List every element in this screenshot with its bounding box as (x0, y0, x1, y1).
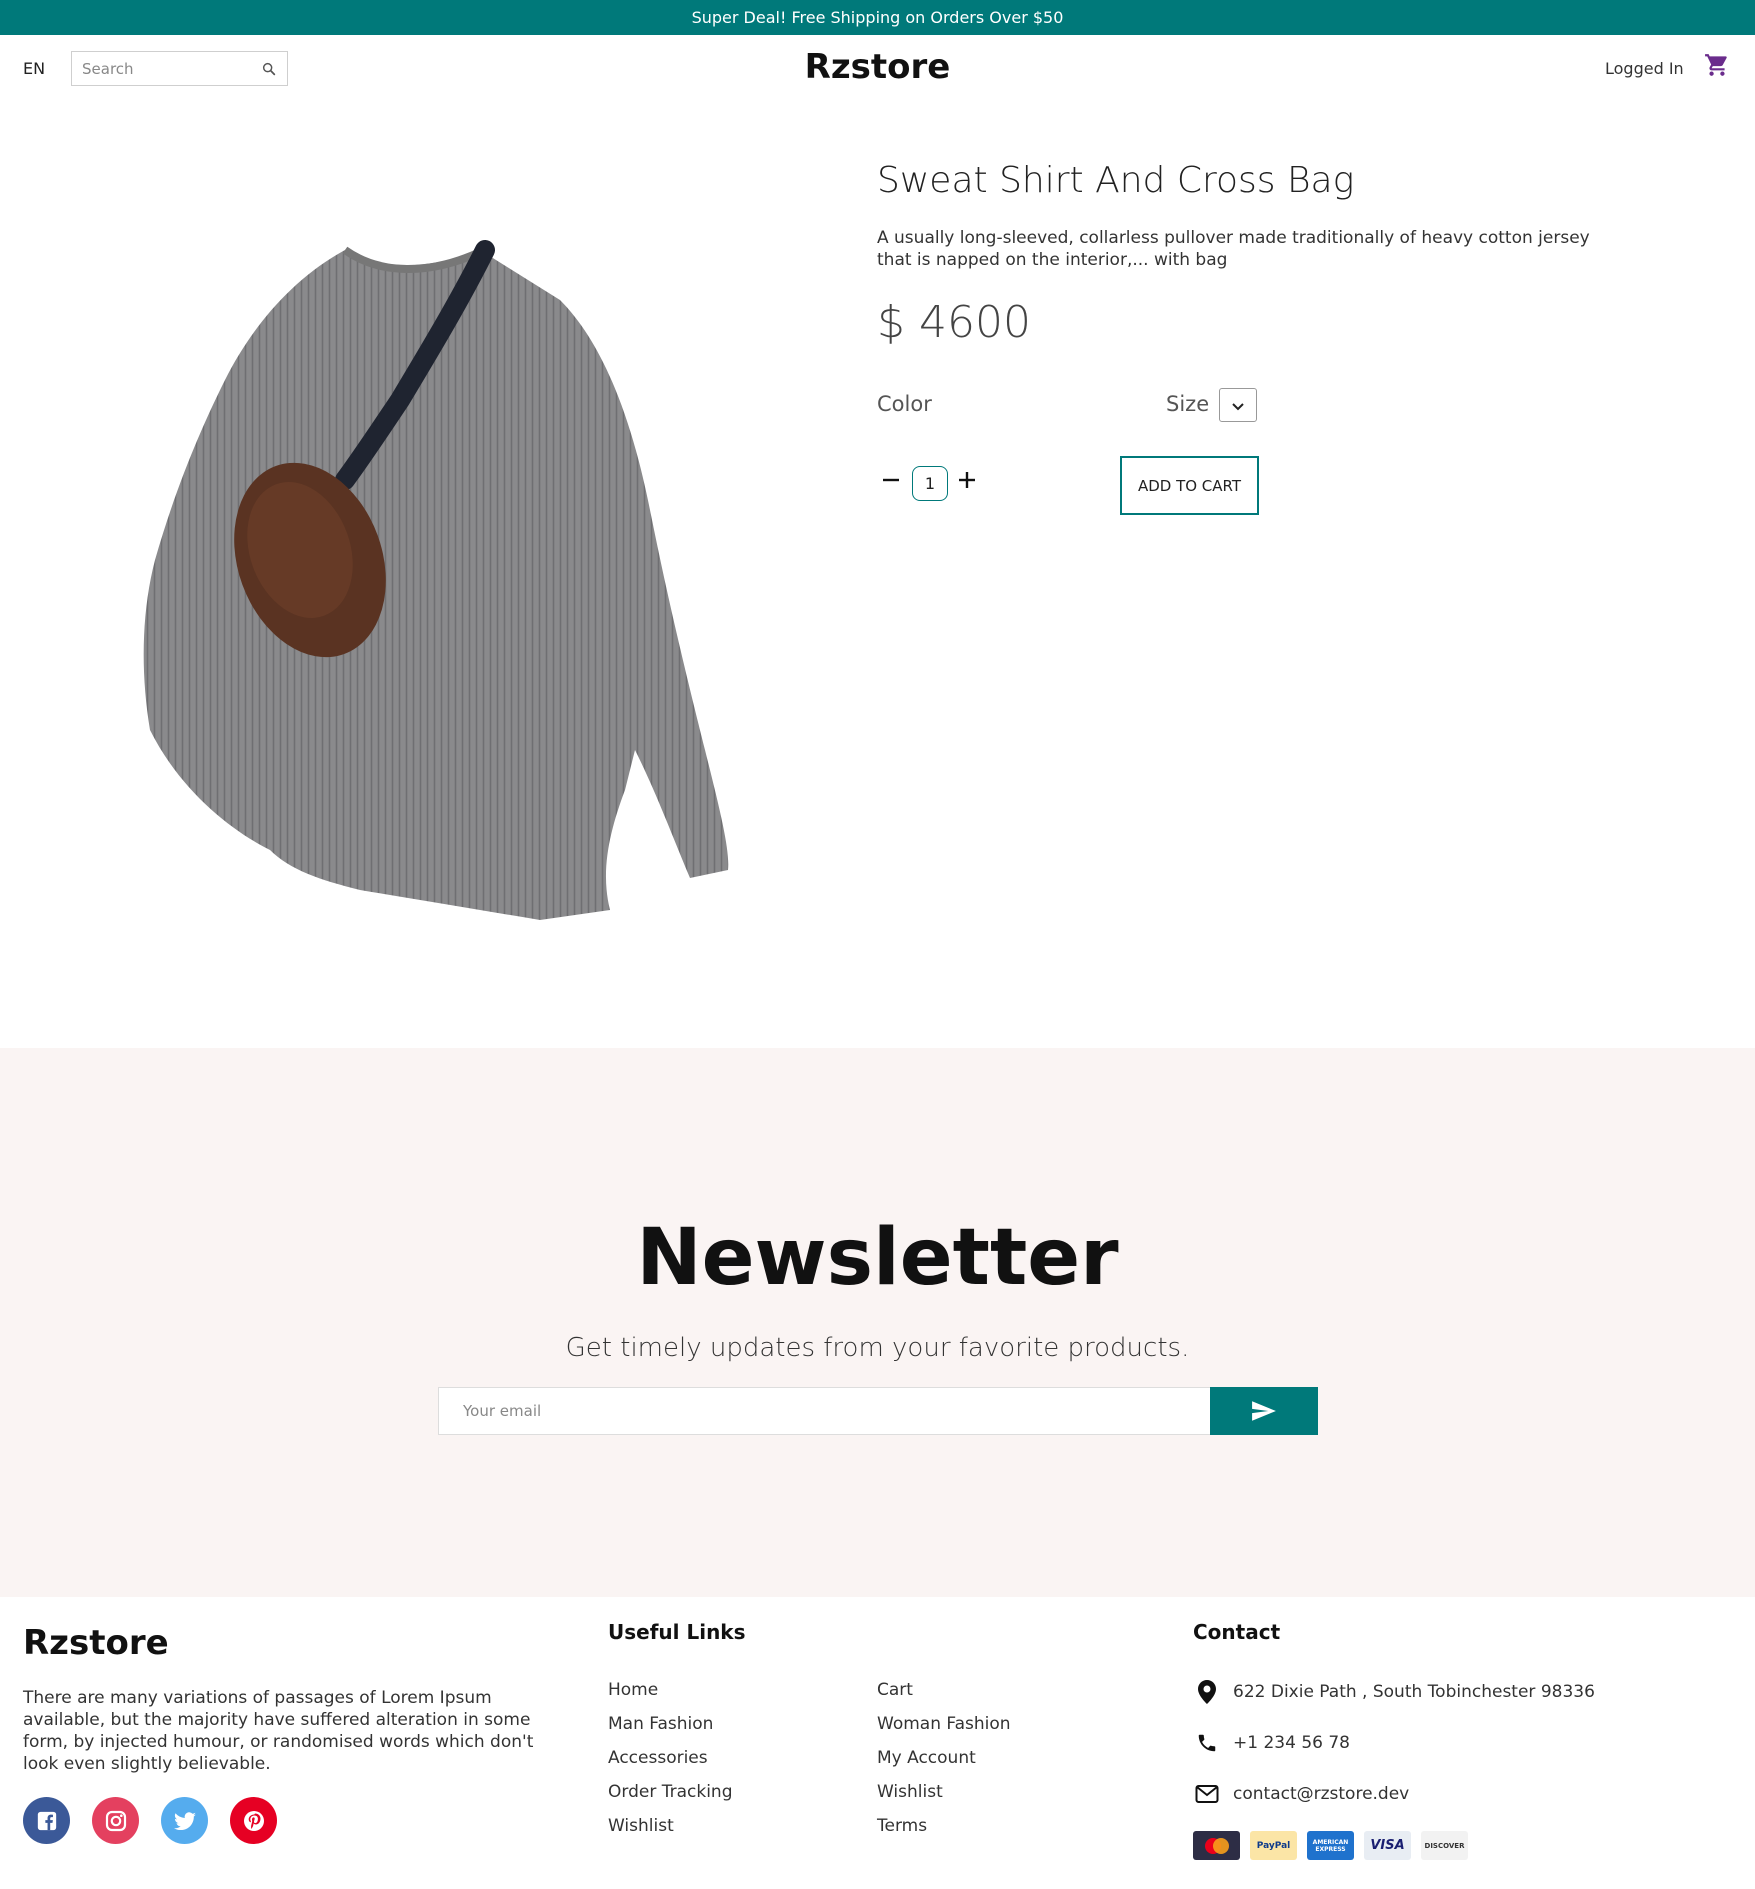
newsletter-title: Newsletter (636, 1213, 1119, 1303)
footer-link-wishlist-2[interactable]: Wishlist (877, 1782, 1011, 1816)
product-price: $ 4600 (877, 297, 1031, 348)
useful-links-heading: Useful Links (608, 1620, 746, 1644)
size-label: Size (1166, 392, 1210, 416)
footer-about: There are many variations of passages of… (23, 1688, 534, 1774)
newsletter-section: Newsletter Get timely updates from your … (0, 1048, 1755, 1597)
product-info: Sweat Shirt And Cross Bag A usually long… (877, 160, 1617, 348)
contact-heading: Contact (1193, 1620, 1281, 1644)
sweater-illustration (143, 240, 729, 920)
chevron-down-icon (1232, 396, 1244, 415)
increase-quantity-button[interactable] (953, 467, 981, 495)
product-description: A usually long-sleeved, collarless pullo… (877, 228, 1590, 270)
newsletter-form (438, 1387, 1318, 1435)
discover-icon: DISCOVER (1421, 1831, 1468, 1860)
footer-link-wishlist[interactable]: Wishlist (608, 1816, 733, 1850)
site-footer: Rzstore There are many variations of pas… (0, 1597, 1755, 1889)
promo-text: Super Deal! Free Shipping on Orders Over… (691, 8, 1064, 27)
footer-link-cart[interactable]: Cart (877, 1680, 1011, 1714)
product-options: Color Size (877, 388, 1297, 428)
footer-link-man-fashion[interactable]: Man Fashion (608, 1714, 733, 1748)
phone-icon (1193, 1730, 1221, 1756)
footer-link-order-tracking[interactable]: Order Tracking (608, 1782, 733, 1816)
contact-address-text: 622 Dixie Path , South Tobinchester 9833… (1233, 1682, 1595, 1702)
payment-methods: PayPal AMERICAN EXPRESS VISA DISCOVER (1193, 1831, 1468, 1860)
newsletter-email-input[interactable] (439, 1388, 1209, 1434)
location-pin-icon (1193, 1679, 1221, 1705)
footer-link-my-account[interactable]: My Account (877, 1748, 1011, 1782)
product-image (130, 230, 810, 960)
contact-address: 622 Dixie Path , South Tobinchester 9833… (1193, 1679, 1595, 1705)
footer-link-home[interactable]: Home (608, 1680, 733, 1714)
mastercard-icon (1193, 1831, 1240, 1860)
product-title: Sweat Shirt And Cross Bag (877, 160, 1355, 201)
social-links (23, 1797, 277, 1844)
contact-phone-text[interactable]: +1 234 56 78 (1233, 1733, 1350, 1753)
facebook-icon[interactable] (23, 1797, 70, 1844)
mail-icon (1193, 1781, 1221, 1807)
site-header: EN Rzstore Logged In (0, 35, 1755, 103)
add-to-cart-button[interactable]: ADD TO CART (1120, 456, 1259, 515)
color-label: Color (877, 392, 932, 416)
quantity-input[interactable] (912, 466, 948, 501)
useful-links-column-1: Home Man Fashion Accessories Order Track… (608, 1680, 733, 1850)
contact-email: contact@rzstore.dev (1193, 1781, 1409, 1807)
instagram-icon[interactable] (92, 1797, 139, 1844)
paypal-icon: PayPal (1250, 1831, 1297, 1860)
useful-links-column-2: Cart Woman Fashion My Account Wishlist T… (877, 1680, 1011, 1850)
visa-icon: VISA (1364, 1831, 1411, 1860)
footer-logo: Rzstore (23, 1623, 169, 1663)
footer-link-woman-fashion[interactable]: Woman Fashion (877, 1714, 1011, 1748)
login-status[interactable]: Logged In (1605, 59, 1684, 78)
promo-bar: Super Deal! Free Shipping on Orders Over… (0, 0, 1755, 35)
contact-email-text[interactable]: contact@rzstore.dev (1233, 1784, 1409, 1804)
cart-icon[interactable] (1704, 52, 1730, 78)
amex-icon: AMERICAN EXPRESS (1307, 1831, 1354, 1860)
minus-icon (883, 478, 899, 482)
plus-icon (959, 472, 975, 488)
quantity-stepper (877, 463, 997, 507)
decrease-quantity-button[interactable] (877, 467, 905, 495)
site-logo[interactable]: Rzstore (0, 47, 1755, 87)
newsletter-submit-button[interactable] (1210, 1387, 1318, 1435)
contact-phone: +1 234 56 78 (1193, 1730, 1350, 1756)
send-icon (1252, 1401, 1276, 1421)
twitter-icon[interactable] (161, 1797, 208, 1844)
footer-link-accessories[interactable]: Accessories (608, 1748, 733, 1782)
size-select[interactable] (1219, 388, 1257, 422)
pinterest-icon[interactable] (230, 1797, 277, 1844)
newsletter-subtitle: Get timely updates from your favorite pr… (565, 1333, 1190, 1363)
footer-link-terms[interactable]: Terms (877, 1816, 1011, 1850)
